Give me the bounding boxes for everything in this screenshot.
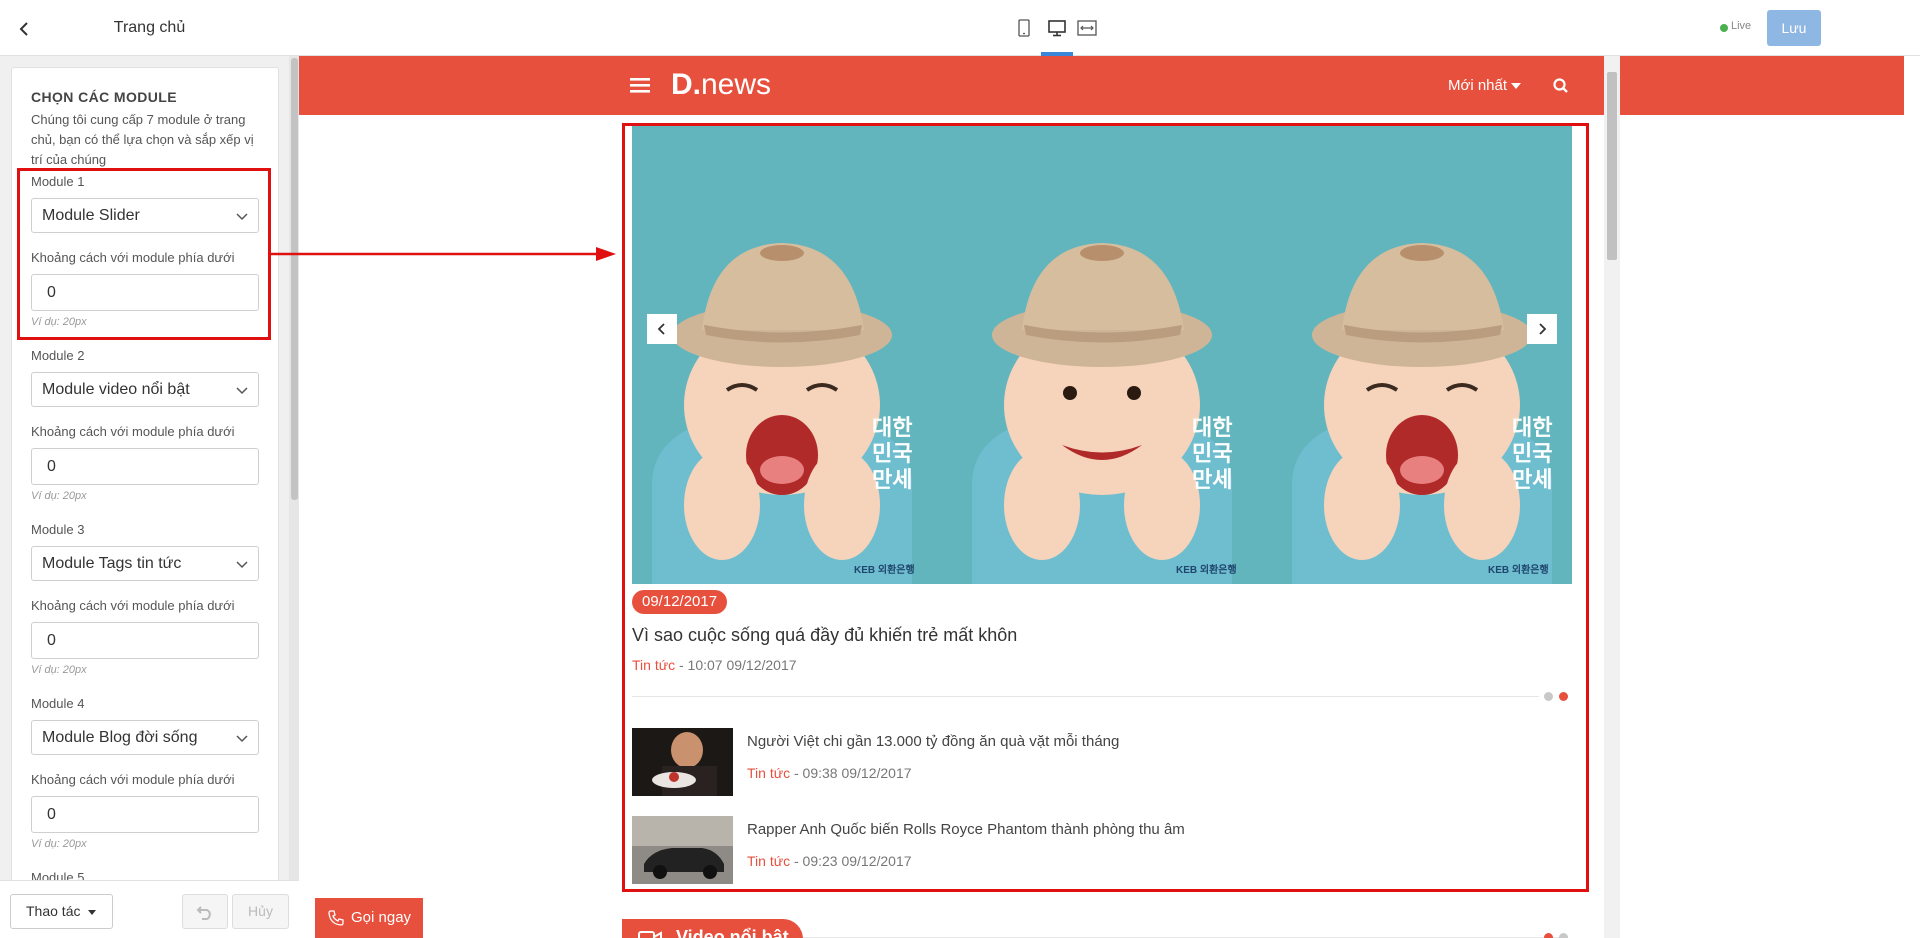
video-section-tab[interactable]: Video nổi bật [622,919,803,938]
sidebar-footer: Thao tác Hủy [0,880,299,938]
settings-sidebar: Trang chủ CHỌN CÁC MODULE Chúng tôi cung… [0,0,299,938]
cancel-button[interactable]: Hủy [232,894,289,929]
section-title: CHỌN CÁC MODULE [31,89,177,105]
module-2-select-value: Module video nổi bật [42,381,190,398]
module-3-hint: Ví dụ: 20px [31,664,87,676]
search-icon[interactable] [1552,77,1570,95]
module-2-spacing-input[interactable]: 0 [31,448,259,485]
preview-scrollbar-thumb[interactable] [1607,72,1617,260]
back-icon[interactable] [12,17,36,41]
module-1-highlight-box [17,168,271,340]
module-3-select-value: Module Tags tin tức [42,555,182,572]
logo-bold: D. [671,68,701,101]
module-4-select-value: Module Blog đời sống [42,729,198,746]
site-logo[interactable]: D.news [671,69,771,101]
module-2-select[interactable]: Module video nổi bật [31,372,259,407]
video-slider-dot-2[interactable] [1559,933,1568,938]
module-4-spacing-input[interactable]: 0 [31,796,259,833]
live-status-dot [1720,24,1728,32]
nav-latest-label: Mới nhất [1448,77,1508,94]
module-4-select[interactable]: Module Blog đời sống [31,720,259,755]
section-description: Chúng tôi cung cấp 7 module ở trang chủ,… [31,112,254,167]
live-status-label: Live [1731,20,1752,32]
nav-latest-dropdown[interactable]: Mới nhất [1448,77,1522,94]
module-2-hint: Ví dụ: 20px [31,490,87,502]
call-now-button[interactable]: Gọi ngay [315,898,423,938]
undo-button[interactable] [182,894,228,929]
video-slider-dot-1[interactable] [1544,933,1553,938]
undo-icon [196,905,211,920]
fullwidth-icon[interactable] [1076,17,1098,39]
sidebar-header: Trang chủ [0,0,299,56]
chevron-down-icon [236,387,248,395]
chevron-down-icon [236,735,248,743]
mobile-icon[interactable] [1013,17,1035,39]
sidebar-title: Trang chủ [113,19,186,36]
sidebar-scrollbar-thumb[interactable] [291,58,298,500]
module-4-hint: Ví dụ: 20px [31,838,87,850]
module-3-select[interactable]: Module Tags tin tức [31,546,259,581]
phone-icon [328,910,344,926]
actions-label: Thao tác [26,903,81,919]
site-preview: D.news Mới nhất 대한 민국 만세 대한 민국 만세 대한 민국 … [299,56,1904,938]
site-header: D.news Mới nhất [299,56,1904,115]
slider-module-highlight-box [622,123,1589,892]
module-4-spacing-label: Khoảng cách với module phía dưới [31,772,235,787]
module-3-spacing-input[interactable]: 0 [31,622,259,659]
actions-dropdown-button[interactable]: Thao tác [10,894,113,929]
module-5-label: Module 5 [31,870,85,880]
logo-rest: news [701,68,772,101]
caret-down-icon [1511,83,1522,90]
save-button[interactable]: Lưu [1767,10,1821,46]
chevron-down-icon [236,561,248,569]
module-4-label: Module 4 [31,696,85,711]
video-camera-icon [638,931,662,938]
module-2-spacing-label: Khoảng cách với module phía dưới [31,424,235,439]
module-3-label: Module 3 [31,522,85,537]
desktop-icon[interactable] [1046,17,1068,39]
module-3-spacing-label: Khoảng cách với module phía dưới [31,598,235,613]
video-section-label: Video nổi bật [676,927,789,938]
caret-down-icon [88,909,97,915]
module-2-label: Module 2 [31,348,85,363]
hamburger-menu-icon[interactable] [630,75,652,95]
call-now-label: Gọi ngay [351,909,412,926]
top-toolbar: Live Lưu [299,0,1920,56]
